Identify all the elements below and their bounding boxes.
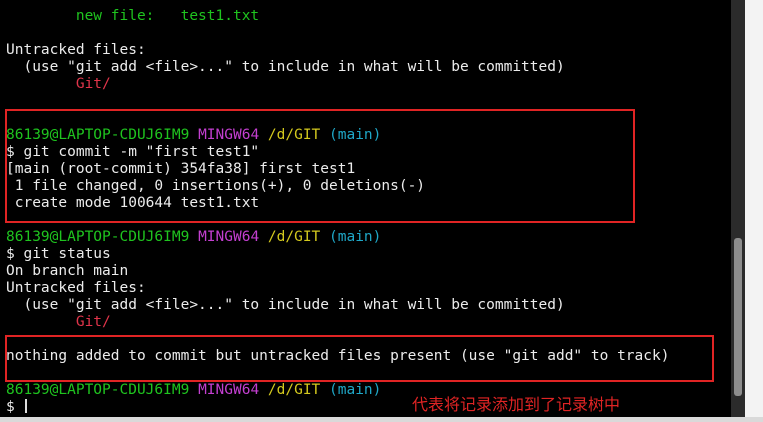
terminal-text-segment: $ git status bbox=[6, 246, 111, 262]
terminal-line: $ git status bbox=[6, 246, 111, 263]
terminal-text-segment: /d/GIT bbox=[267, 127, 330, 143]
terminal-line: Git/ bbox=[6, 76, 111, 93]
terminal-text-segment: $ bbox=[6, 399, 24, 415]
terminal-line: $ git commit -m "first test1" bbox=[6, 144, 259, 161]
terminal-text-segment: Untracked files: bbox=[6, 42, 146, 58]
terminal-line: [main (root-commit) 354fa38] first test1 bbox=[6, 161, 355, 178]
terminal-text-segment: Untracked files: bbox=[6, 280, 146, 296]
terminal-line: Untracked files: bbox=[6, 42, 146, 59]
terminal-text-segment: (use "git add <file>..." to include in w… bbox=[6, 297, 565, 313]
terminal-text-segment: [main (root-commit) 354fa38] first test1 bbox=[6, 161, 356, 177]
terminal-text-segment: create mode 100644 test1.txt bbox=[6, 195, 260, 211]
terminal-line: create mode 100644 test1.txt bbox=[6, 195, 259, 212]
terminal-text-segment: Git/ bbox=[6, 314, 111, 330]
terminal-text-segment: 86139@LAPTOP-CDUJ6IM9 bbox=[6, 229, 199, 245]
terminal-text-segment: MINGW64 bbox=[198, 229, 268, 245]
scrollbar-track[interactable] bbox=[731, 0, 745, 422]
scrollbar-thumb[interactable] bbox=[734, 238, 742, 396]
window-bottom-edge bbox=[0, 417, 763, 422]
terminal-line: nothing added to commit but untracked fi… bbox=[6, 348, 669, 365]
terminal-text-segment: new file: test1.txt bbox=[6, 8, 260, 24]
terminal-text-segment: MINGW64 bbox=[198, 382, 268, 398]
terminal-line: (use "git add <file>..." to include in w… bbox=[6, 59, 565, 76]
terminal-line: (use "git add <file>..." to include in w… bbox=[6, 297, 565, 314]
terminal-text-segment: (main) bbox=[329, 127, 382, 143]
terminal-text-segment: (use "git add <file>..." to include in w… bbox=[6, 59, 565, 75]
terminal-text-segment: /d/GIT bbox=[267, 229, 330, 245]
scrollbar-area bbox=[731, 0, 763, 422]
terminal-line: 86139@LAPTOP-CDUJ6IM9 MINGW64 /d/GIT (ma… bbox=[6, 127, 381, 144]
terminal-text-segment: 1 file changed, 0 insertions(+), 0 delet… bbox=[6, 178, 426, 194]
terminal-line: 1 file changed, 0 insertions(+), 0 delet… bbox=[6, 178, 425, 195]
terminal-line: Untracked files: bbox=[6, 280, 146, 297]
terminal-text-segment: nothing added to commit but untracked fi… bbox=[6, 348, 670, 364]
terminal-line: On branch main bbox=[6, 263, 128, 280]
terminal-text-segment: On branch main bbox=[6, 263, 129, 279]
terminal-text-segment: 86139@LAPTOP-CDUJ6IM9 bbox=[6, 127, 199, 143]
terminal-line: 86139@LAPTOP-CDUJ6IM9 MINGW64 /d/GIT (ma… bbox=[6, 229, 381, 246]
terminal-line: new file: test1.txt bbox=[6, 8, 259, 25]
terminal-text-segment: /d/GIT bbox=[267, 382, 330, 398]
annotation-text: 代表将记录添加到了记录树中 bbox=[412, 395, 621, 414]
terminal-window[interactable]: new file: test1.txt Untracked files: (use… bbox=[0, 0, 731, 422]
text-cursor bbox=[25, 399, 28, 413]
terminal-text-segment: Git/ bbox=[6, 76, 111, 92]
terminal-text-segment: MINGW64 bbox=[198, 127, 268, 143]
terminal-text-segment: $ git commit -m "first test1" bbox=[6, 144, 260, 160]
terminal-line: 86139@LAPTOP-CDUJ6IM9 MINGW64 /d/GIT (ma… bbox=[6, 382, 381, 399]
terminal-text-segment: 86139@LAPTOP-CDUJ6IM9 bbox=[6, 382, 199, 398]
terminal-text-segment: (main) bbox=[329, 229, 382, 245]
terminal-line: Git/ bbox=[6, 314, 111, 331]
terminal-line: $ bbox=[6, 399, 28, 416]
terminal-text-segment: (main) bbox=[329, 382, 382, 398]
